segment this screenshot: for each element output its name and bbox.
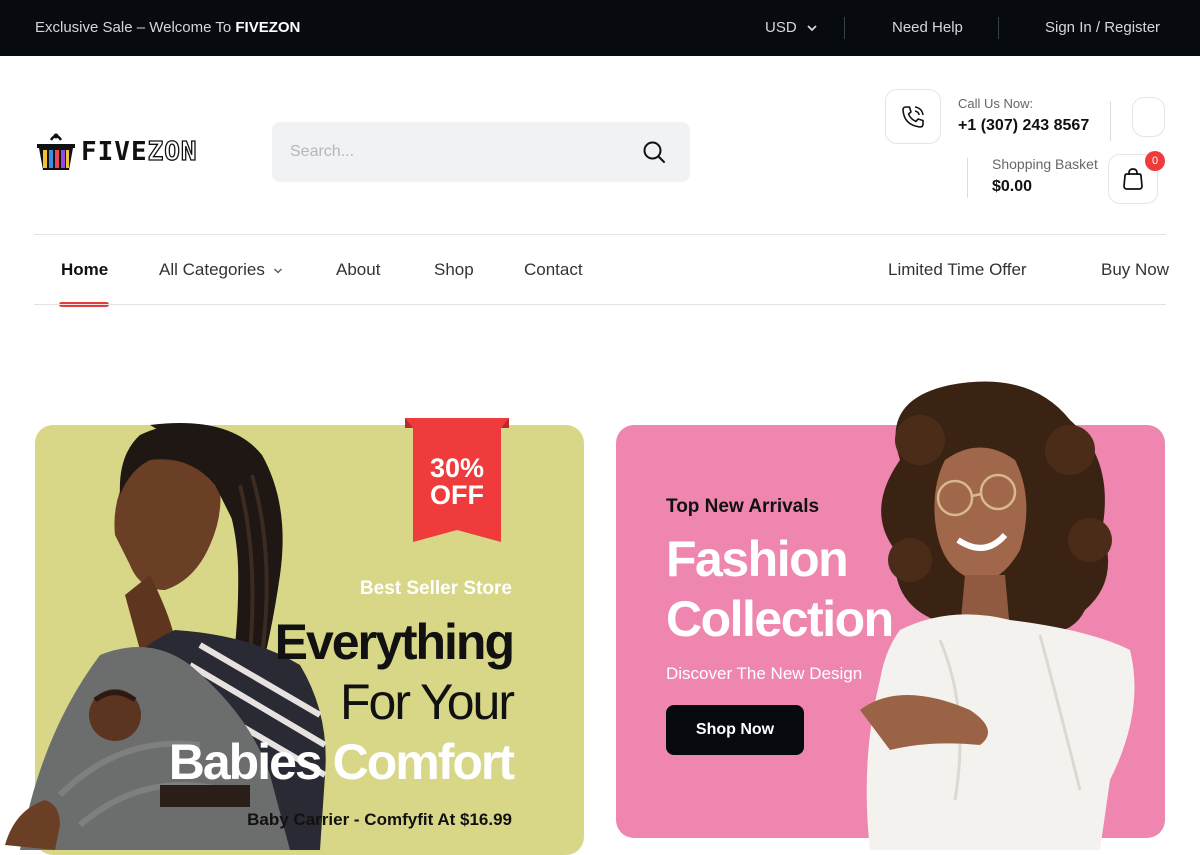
discount-off: OFF [430,480,484,510]
banner-heading-line2: For Your [339,674,515,730]
banner-heading-line3: Babies Comfort [168,734,515,790]
discount-percent: 30% [429,453,485,483]
banner-heading-line1: Fashion [666,531,849,587]
logo-text-outline: ZON [147,136,198,167]
discount-text: 30% OFF [405,455,509,509]
welcome-message: Exclusive Sale – Welcome To FIVEZON [35,19,300,36]
nav-item-contact[interactable]: Contact [524,260,583,280]
logo-text-bold: FIVE [81,137,148,167]
nav-item-buy-now[interactable]: Buy Now [1101,260,1169,280]
nav-item-shop[interactable]: Shop [434,260,474,280]
banner-heading-line2: Collection [666,591,894,647]
shopping-bag-icon [1121,167,1145,191]
search-input[interactable]: Search... [272,122,690,182]
nav-divider-bottom [34,304,1166,305]
divider [844,17,845,39]
nav-item-label: All Categories [159,260,265,279]
top-bar: Exclusive Sale – Welcome To FIVEZON USD … [0,0,1200,56]
search-icon[interactable] [642,140,666,164]
nav-item-limited-offer[interactable]: Limited Time Offer [888,260,1027,280]
basket-logo-icon [35,132,77,172]
banner-heading-line1: Everything [274,614,515,670]
divider [998,17,999,39]
phone-icon [900,104,926,130]
nav-item-about[interactable]: About [336,260,380,280]
call-number[interactable]: +1 (307) 243 8567 [958,117,1089,135]
welcome-brand: FIVEZON [235,19,301,36]
welcome-text: Exclusive Sale – Welcome To [35,19,236,36]
currency-selector[interactable]: USD [765,19,817,36]
banner-tagline: Top New Arrivals [666,496,820,517]
basket-count-badge: 0 [1145,151,1165,171]
brand-logo[interactable]: FIVEZON [35,130,225,174]
sign-in-register-link[interactable]: Sign In / Register [1045,19,1160,36]
shop-now-button[interactable]: Shop Now [666,705,804,755]
nav-item-home[interactable]: Home [61,260,108,280]
nav-item-all-categories[interactable]: All Categories [159,260,283,280]
chevron-down-icon [807,24,817,32]
chevron-down-icon [273,267,283,275]
banner-tagline: Best Seller Store [359,578,512,599]
banner-product-price: Baby Carrier - Comfyfit At $16.99 [247,810,512,829]
call-button[interactable] [885,89,941,144]
call-label: Call Us Now: [958,96,1034,111]
basket-label: Shopping Basket [992,156,1098,172]
nav-divider-top [34,234,1166,235]
basket-total: $0.00 [992,178,1033,195]
need-help-link[interactable]: Need Help [892,19,963,36]
divider [1110,101,1111,141]
search-placeholder: Search... [290,143,355,160]
banner-subtitle: Discover The New Design [666,664,863,683]
account-button[interactable] [1132,97,1165,137]
currency-label: USD [765,19,797,36]
logo-text: FIVEZON [81,136,198,167]
divider [967,158,968,198]
